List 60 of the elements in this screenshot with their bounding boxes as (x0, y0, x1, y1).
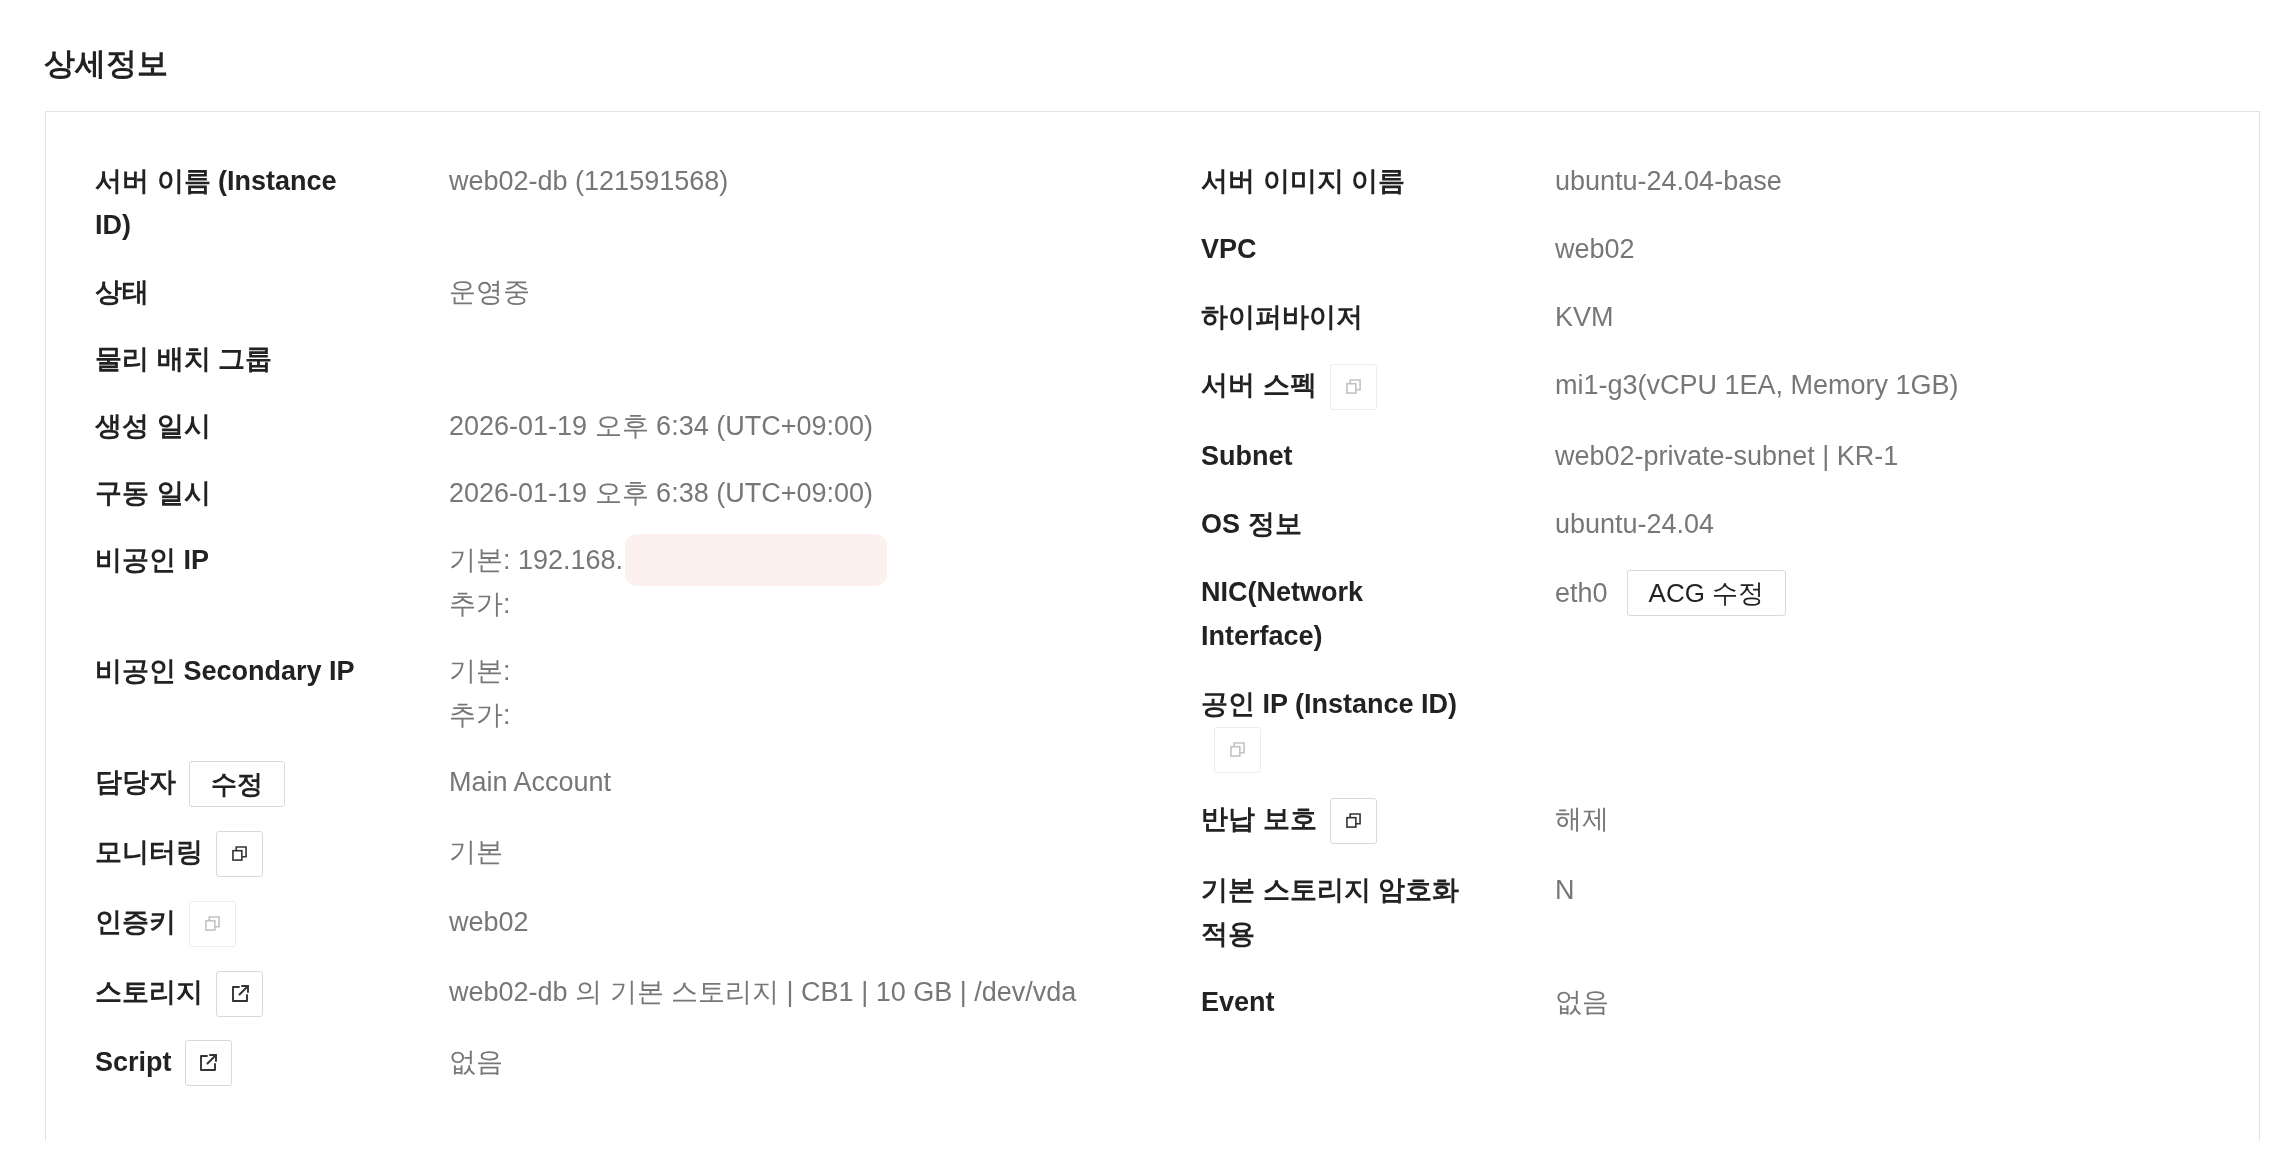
field-value: 없음 (1555, 985, 1609, 1019)
field-value: ubuntu-24.04 (1555, 507, 1715, 541)
field-label: 모니터링 (95, 836, 203, 867)
field-label: Event (1201, 986, 1275, 1017)
field-value: mi1-g3(vCPU 1EA, Memory 1GB) (1555, 369, 1959, 402)
copy-button[interactable] (216, 830, 263, 877)
field-label: NIC(Network Interface) (1201, 576, 1363, 651)
field-label: 서버 이름 (Instance ID) (95, 166, 337, 240)
field-value: N (1555, 873, 1575, 907)
field-value: web02-db (121591568) (449, 165, 729, 198)
field-label: 상태 (95, 277, 149, 307)
section-title: 상세정보 (44, 46, 168, 81)
field-label: 비공인 Secondary IP (95, 656, 355, 686)
field-value: web02 (1555, 233, 1635, 266)
edit-button[interactable]: ACG 수정 (1626, 569, 1787, 616)
field-value: web02-private-subnet | KR-1 (1555, 439, 1899, 473)
field-label: 비공인 IP (95, 545, 209, 575)
field-value: eth0 (1555, 576, 1608, 610)
field-label: OS 정보 (1201, 508, 1302, 539)
copy-icon (205, 916, 220, 932)
field-label: 인증키 (95, 906, 176, 937)
field-label: 공인 IP (Instance ID) (1201, 688, 1458, 719)
copy-icon (1345, 813, 1361, 829)
field-value: Main Account (449, 766, 612, 799)
field-value: 기본: (449, 655, 511, 688)
field-value: 2026-01-19 오후 6:38 (UTC+09:00) (449, 477, 873, 510)
field-label: 반납 보호 (1201, 803, 1317, 834)
copy-icon (1345, 379, 1361, 395)
external-link-icon (199, 1054, 218, 1073)
field-value: 추가: (449, 588, 511, 621)
field-label: 스토리지 (95, 976, 203, 1007)
field-value: 해제 (1555, 802, 1609, 836)
copy-button[interactable] (1329, 797, 1377, 844)
field-value: 운영중 (449, 276, 530, 309)
copy-icon (232, 846, 247, 862)
field-value: 2026-01-19 오후 6:34 (UTC+09:00) (449, 410, 873, 443)
field-value: 기본 (449, 835, 503, 869)
field-label: Script (95, 1046, 172, 1077)
external-link-button[interactable] (184, 1040, 232, 1087)
edit-button[interactable]: 수정 (189, 760, 285, 807)
field-value: ubuntu-24.04-base (1555, 165, 1782, 198)
field-value: web02 (449, 905, 529, 939)
field-value: 기본: 192.168. (449, 544, 624, 577)
field-value: web02-db 의 기본 스토리지 | CB1 | 10 GB | /dev/vda (449, 975, 1077, 1009)
field-label: 구동 일시 (95, 478, 211, 508)
copy-icon (1230, 742, 1245, 758)
field-label: 담당자 (95, 767, 176, 797)
field-label: 서버 스펙 (1201, 370, 1317, 400)
field-value: 없음 (449, 1045, 503, 1079)
field-label: VPC (1201, 234, 1257, 264)
field-label: 기본 스토리지 암호화 적용 (1201, 874, 1459, 949)
field-value: KVM (1555, 301, 1614, 334)
field-value: 추가: (449, 699, 511, 732)
field-label: 하이퍼바이저 (1201, 302, 1363, 332)
field-label: 물리 배치 그룹 (95, 344, 272, 374)
external-link-button[interactable] (216, 970, 263, 1017)
external-link-icon (230, 984, 249, 1003)
field-label: Subnet (1201, 440, 1293, 471)
field-label: 생성 일시 (95, 411, 211, 441)
field-label: 서버 이미지 이름 (1201, 166, 1405, 196)
